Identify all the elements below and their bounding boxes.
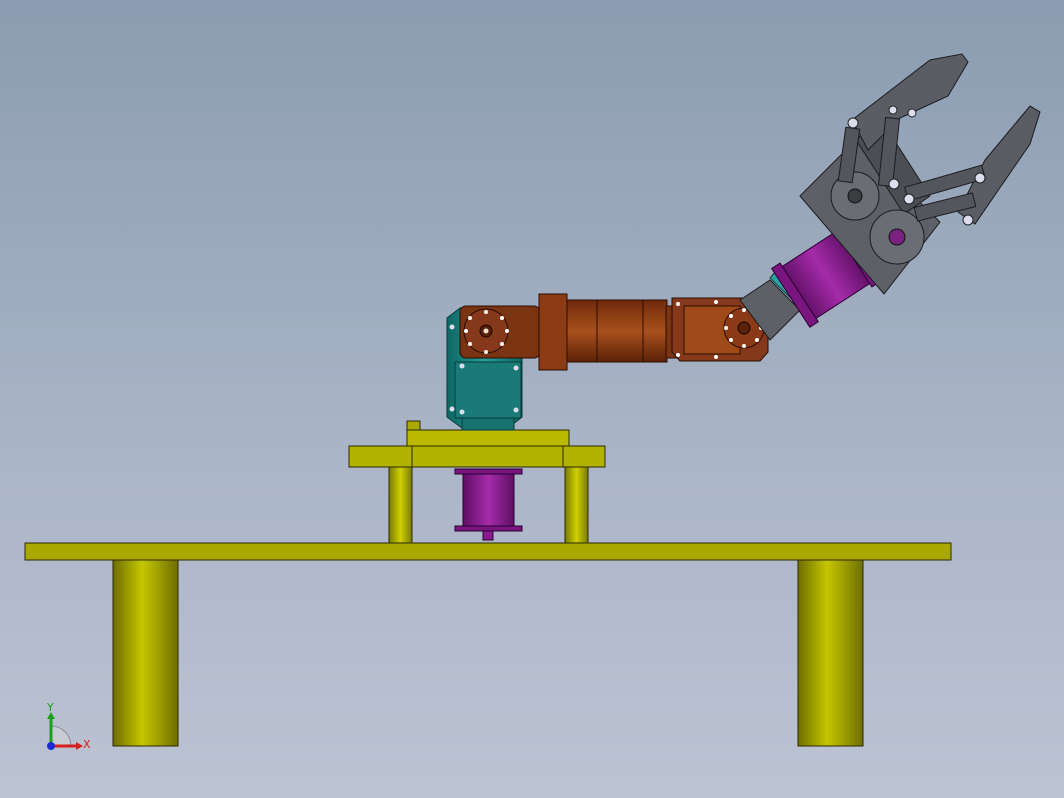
platform-post-left [388,465,413,544]
turntable-plate [406,429,570,447]
table-leg-right [797,559,864,747]
triad-plane [50,725,72,747]
table-leg-left [112,559,179,747]
y-axis-label: Y [46,701,54,714]
x-axis-label: X [83,738,91,751]
cad-viewport[interactable]: X Y [0,0,1064,798]
table [24,542,952,747]
table-top [24,542,952,561]
robot-arm-cad-model: X Y [24,53,1041,751]
plate-tab [406,420,421,431]
platform-plate [348,445,606,468]
z-axis-dot [47,742,55,750]
base-servo [454,468,523,541]
platform-post-right [564,465,589,544]
coordinate-triad[interactable]: X Y [46,701,91,751]
